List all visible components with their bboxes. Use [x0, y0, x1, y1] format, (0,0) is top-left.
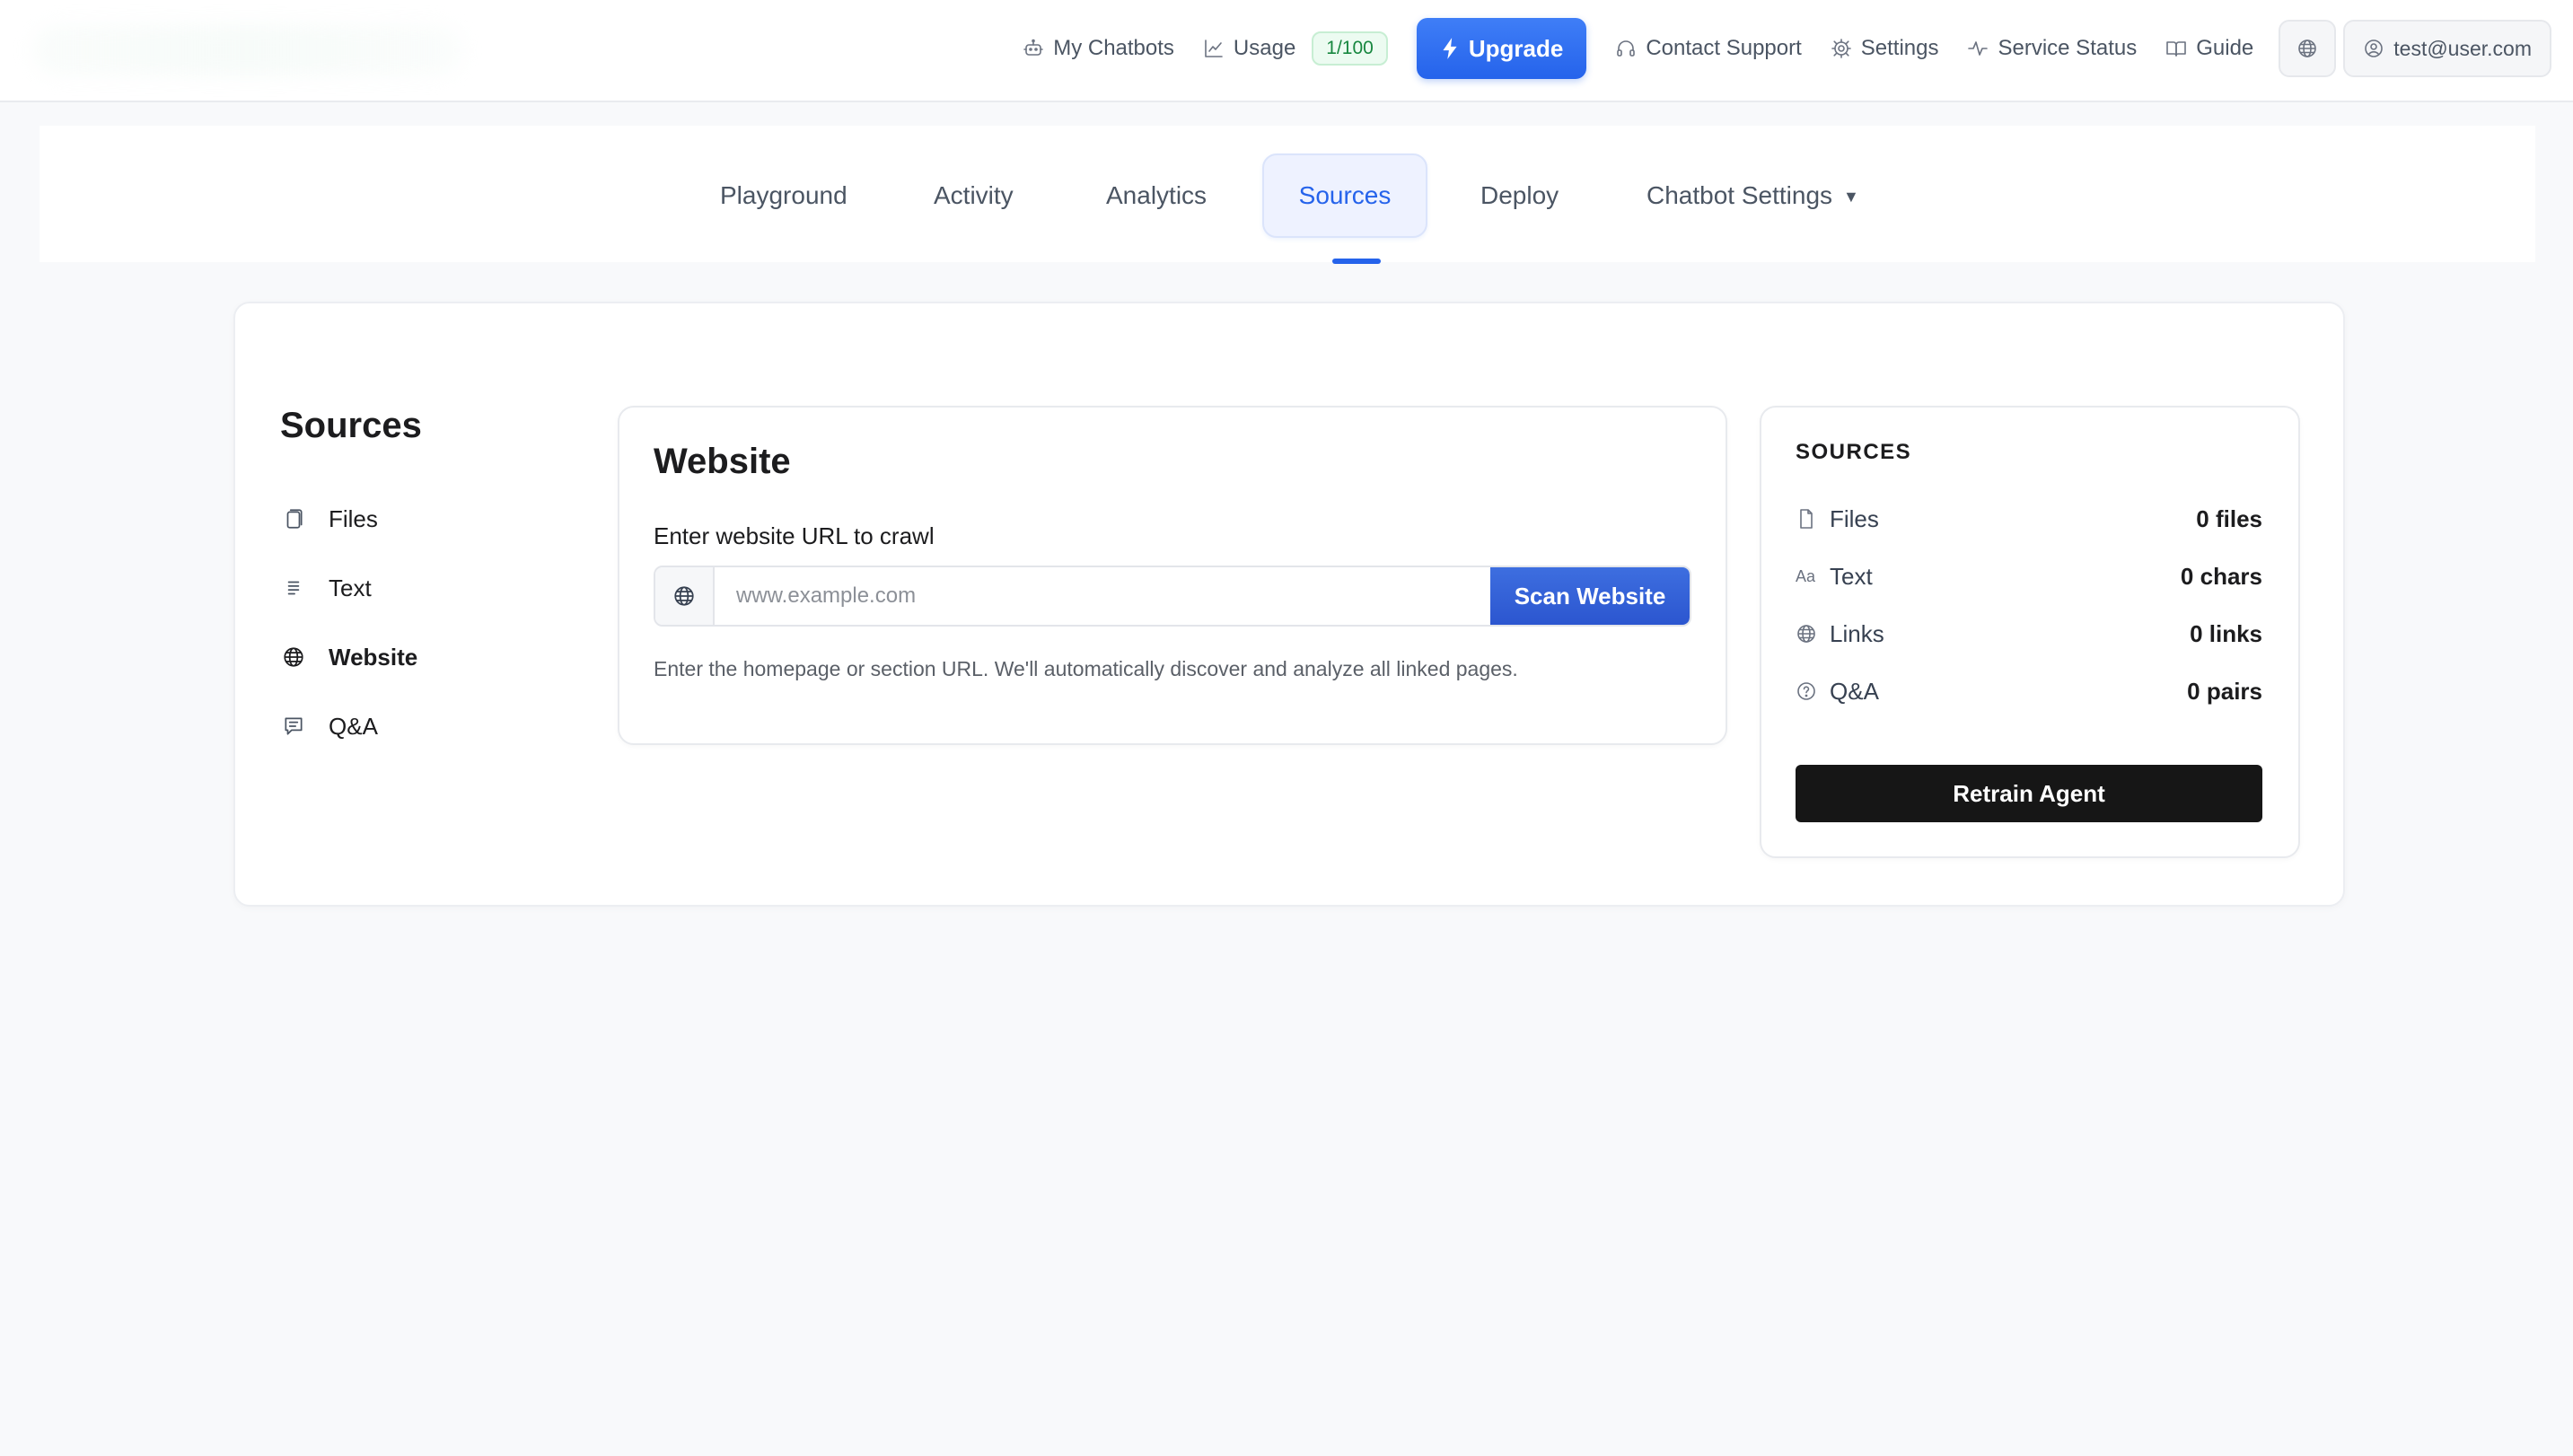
- summary-value: 0 files: [2196, 504, 2262, 532]
- settings-link[interactable]: Settings: [1831, 36, 1939, 61]
- summary-row-links: Links 0 links: [1796, 616, 2262, 652]
- active-tab-indicator: [1332, 259, 1381, 264]
- language-button[interactable]: [2279, 20, 2337, 77]
- file-icon: [1796, 508, 1830, 530]
- usage-label: Usage: [1233, 36, 1296, 60]
- summary-row-files: Files 0 files: [1796, 501, 2262, 537]
- tab-activity[interactable]: Activity: [934, 153, 1014, 238]
- summary-label: Files: [1830, 504, 1879, 532]
- upgrade-label: Upgrade: [1468, 34, 1564, 62]
- my-chatbots-label: My Chatbots: [1053, 36, 1174, 60]
- url-input-group: Scan Website: [654, 566, 1691, 627]
- text-aa-icon: Aa: [1796, 566, 1816, 585]
- summary-row-text: Aa Text 0 chars: [1796, 558, 2262, 594]
- guide-label: Guide: [2196, 36, 2254, 60]
- url-hint-text: Enter the homepage or section URL. We'll…: [654, 657, 1518, 680]
- scan-website-button[interactable]: Scan Website: [1490, 567, 1690, 625]
- tab-playground[interactable]: Playground: [720, 153, 847, 238]
- service-status-label: Service Status: [1998, 36, 2138, 60]
- url-field-label: Enter website URL to crawl: [654, 522, 935, 549]
- tab-bar: Playground Activity Analytics Sources De…: [40, 126, 2535, 264]
- my-chatbots-link[interactable]: My Chatbots: [1023, 36, 1174, 61]
- gear-icon: [1831, 38, 1852, 59]
- guide-link[interactable]: Guide: [2165, 36, 2253, 61]
- user-email: test@user.com: [2393, 36, 2532, 60]
- summary-value: 0 links: [2190, 619, 2262, 647]
- top-bar: My Chatbots Usage 1/100 Upgrade Contact …: [0, 0, 2573, 102]
- globe-icon: [282, 645, 305, 669]
- usage-badge: 1/100: [1312, 31, 1388, 66]
- sources-panel: Sources Files Text Website Q&A Website E…: [233, 302, 2345, 907]
- sources-summary-card: SOURCES Files 0 files Aa Text 0 chars Li…: [1760, 406, 2300, 858]
- file-copy-icon: [282, 507, 305, 531]
- sidebar-item-label: Files: [329, 504, 378, 532]
- settings-label: Settings: [1860, 36, 1939, 60]
- question-circle-icon: [1796, 680, 1830, 702]
- sidebar-item-files[interactable]: Files: [282, 501, 378, 537]
- headset-icon: [1615, 38, 1637, 59]
- sidebar-item-label: Q&A: [329, 712, 378, 740]
- tab-analytics[interactable]: Analytics: [1106, 153, 1207, 238]
- tab-chatbot-settings[interactable]: Chatbot Settings ▼: [1647, 153, 1859, 238]
- summary-label: Links: [1830, 619, 1884, 647]
- globe-icon: [2296, 38, 2318, 59]
- website-url-input[interactable]: [715, 567, 1496, 625]
- retrain-agent-button[interactable]: Retrain Agent: [1796, 765, 2262, 822]
- upgrade-button[interactable]: Upgrade: [1416, 18, 1587, 79]
- usage-link[interactable]: Usage 1/100: [1203, 31, 1388, 66]
- service-status-link[interactable]: Service Status: [1967, 36, 2137, 61]
- sources-summary-heading: SOURCES: [1796, 440, 1912, 464]
- sidebar-item-label: Website: [329, 643, 418, 671]
- chart-line-icon: [1203, 38, 1225, 59]
- caret-down-icon: ▼: [1843, 188, 1859, 206]
- user-menu-button[interactable]: test@user.com: [2343, 20, 2551, 77]
- top-nav: My Chatbots Usage 1/100 Upgrade Contact …: [1023, 0, 2551, 97]
- summary-label: Text: [1830, 562, 1873, 590]
- website-card: Website Enter website URL to crawl Scan …: [618, 406, 1727, 745]
- summary-value: 0 chars: [2180, 562, 2262, 590]
- tab-deploy[interactable]: Deploy: [1480, 153, 1559, 238]
- activity-pulse-icon: [1967, 38, 1989, 59]
- website-title: Website: [654, 442, 791, 481]
- contact-support-link[interactable]: Contact Support: [1615, 36, 1802, 61]
- tab-chatbot-settings-label: Chatbot Settings: [1647, 181, 1833, 209]
- summary-label: Q&A: [1830, 677, 1879, 705]
- globe-icon: [1796, 623, 1830, 645]
- sidebar-item-qa[interactable]: Q&A: [282, 708, 378, 744]
- user-circle-icon: [2363, 38, 2384, 59]
- robot-icon: [1023, 38, 1044, 59]
- book-open-icon: [2165, 38, 2187, 59]
- lightning-icon: [1440, 37, 1460, 60]
- sidebar-title: Sources: [280, 406, 422, 445]
- text-lines-icon: [282, 576, 305, 600]
- summary-row-qa: Q&A 0 pairs: [1796, 673, 2262, 709]
- sidebar-item-label: Text: [329, 574, 372, 601]
- contact-support-label: Contact Support: [1646, 36, 1802, 60]
- summary-value: 0 pairs: [2187, 677, 2262, 705]
- brand-logo[interactable]: [32, 25, 463, 75]
- tab-sources[interactable]: Sources: [1262, 153, 1427, 238]
- chat-icon: [282, 715, 305, 738]
- sidebar-item-text[interactable]: Text: [282, 570, 372, 606]
- sidebar-item-website[interactable]: Website: [282, 639, 417, 675]
- globe-icon: [655, 567, 715, 625]
